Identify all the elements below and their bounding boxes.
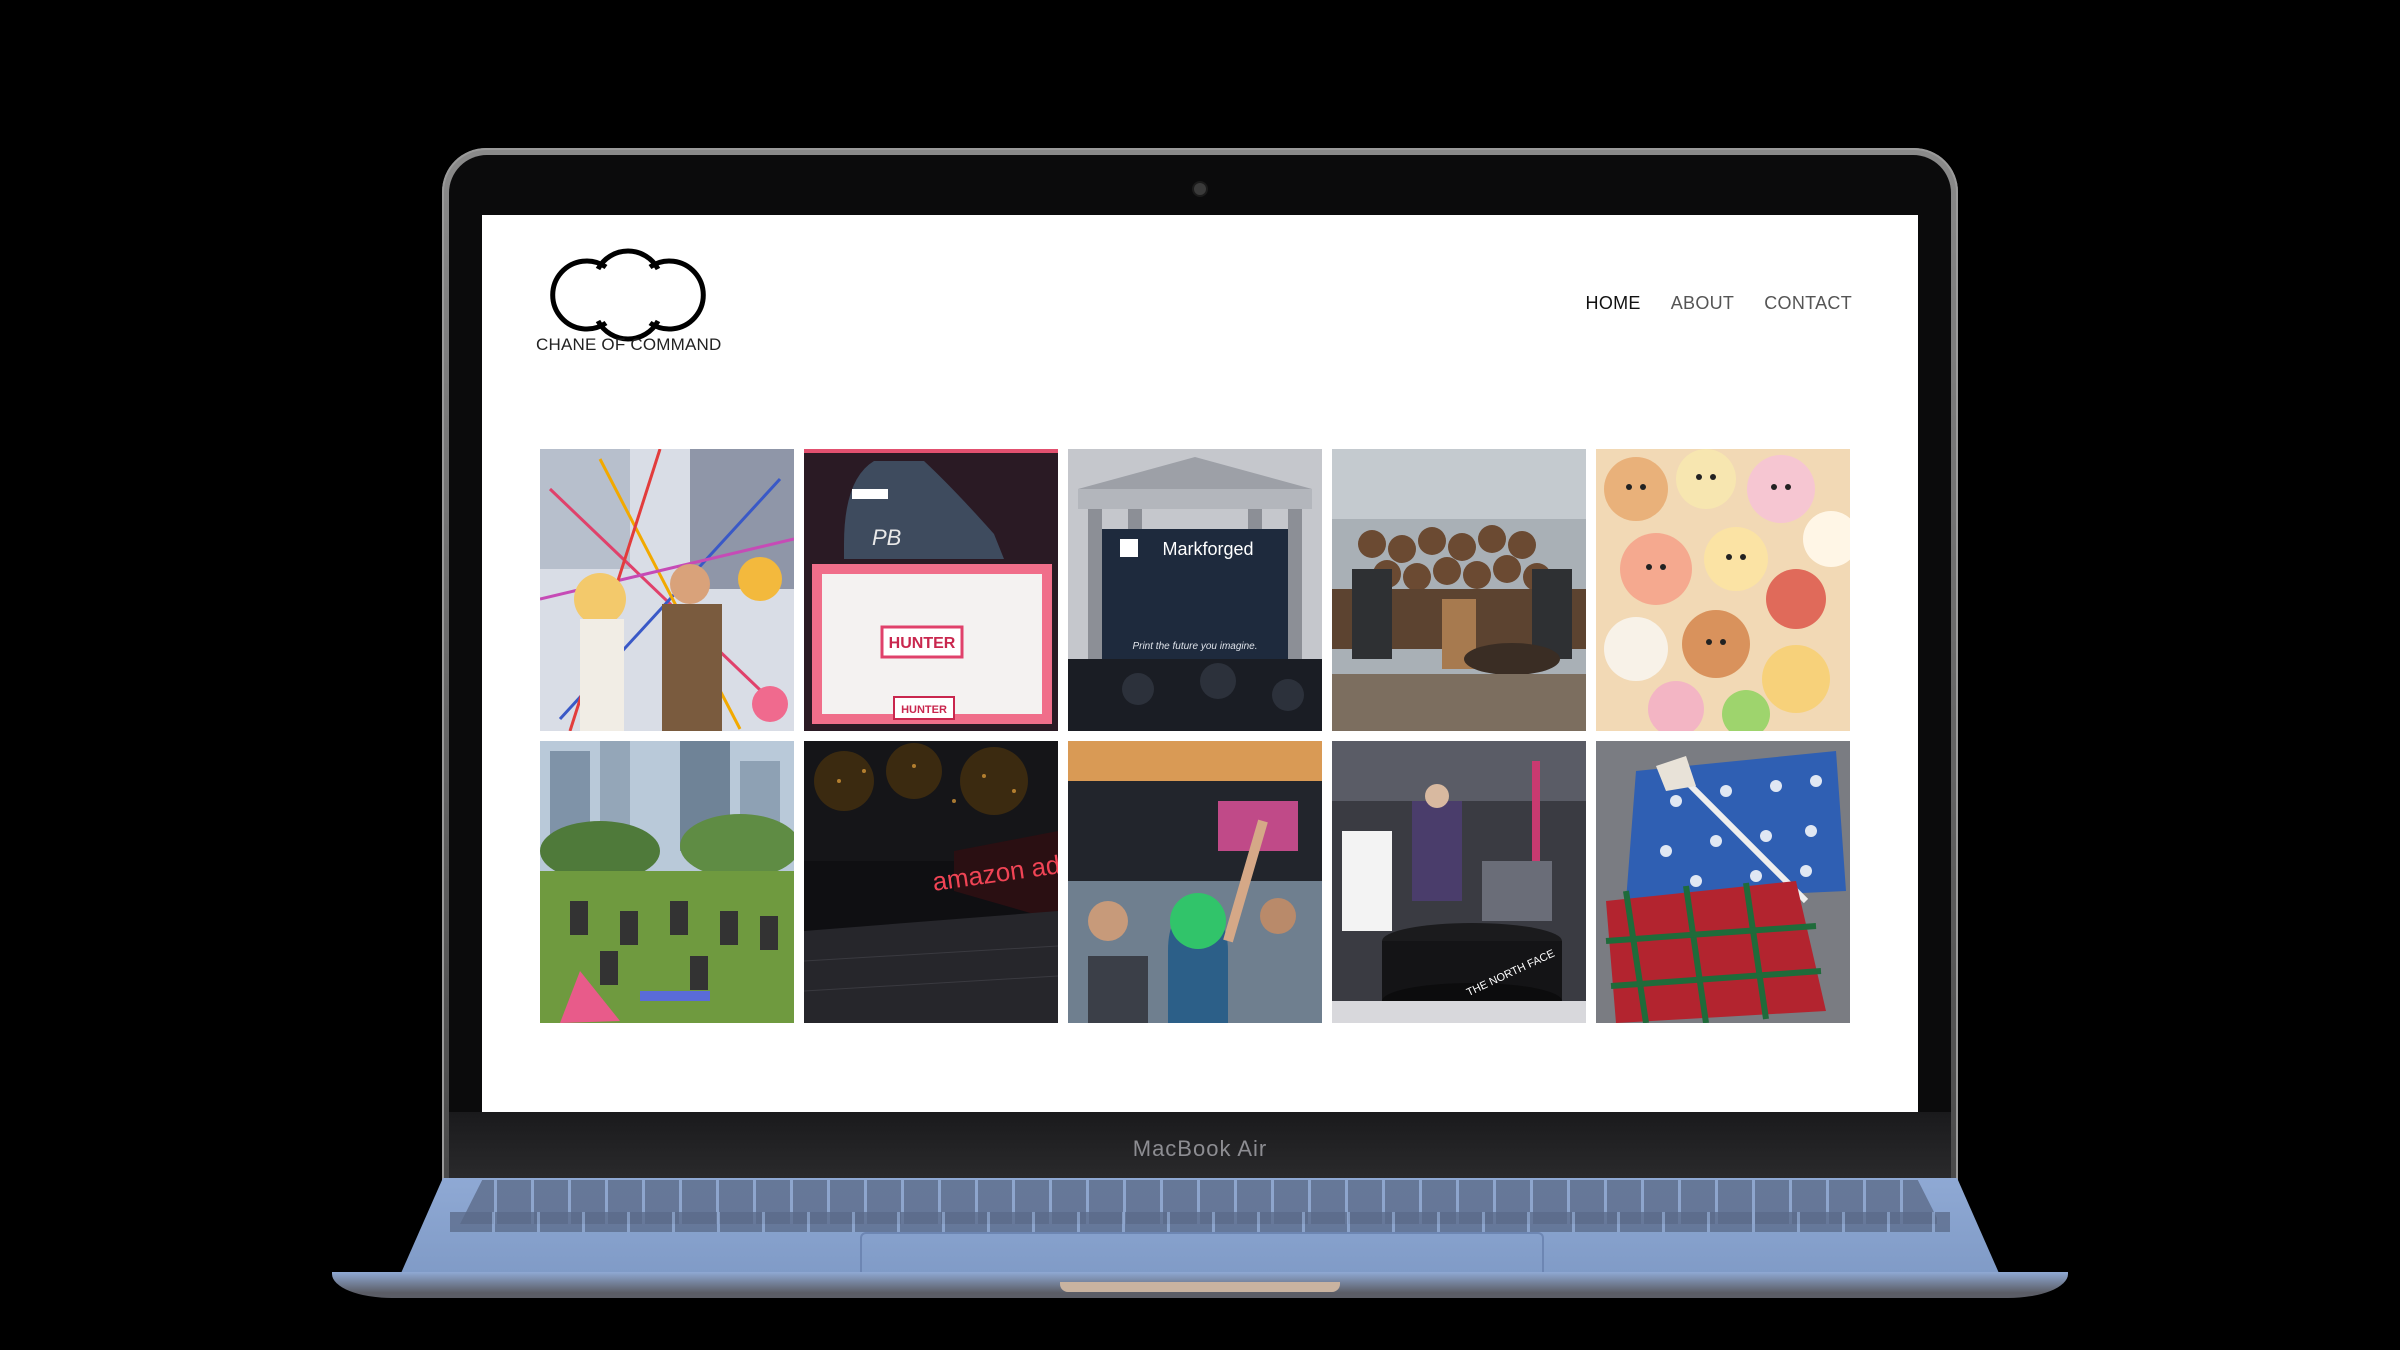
- device-label: MacBook Air: [1132, 1136, 1268, 1161]
- banner-brand: Markforged: [1162, 539, 1253, 559]
- boot-box-photo-icon: PB HUNTER HUNTER: [804, 449, 1058, 731]
- gallery-tile-7[interactable]: amazon ads: [804, 741, 1058, 1023]
- plush-toys-photo-icon: [1596, 449, 1850, 731]
- gallery-tile-2[interactable]: PB HUNTER HUNTER: [804, 449, 1058, 731]
- night-sign-photo-icon: amazon ads: [804, 741, 1058, 1023]
- gallery-tile-3[interactable]: Markforged Print the future you imagine.: [1068, 449, 1322, 731]
- gallery-tile-4[interactable]: [1332, 449, 1586, 731]
- gallery-tile-9[interactable]: THE NORTH FACE: [1332, 741, 1586, 1023]
- gallery-tile-1[interactable]: [540, 449, 794, 731]
- gift-boxes-photo-icon: [1596, 741, 1850, 1023]
- box-brand: HUNTER: [889, 635, 956, 652]
- gallery-tile-6[interactable]: [540, 741, 794, 1023]
- main-nav: HOME ABOUT CONTACT: [1586, 293, 1852, 314]
- gallery-tile-10[interactable]: [1596, 741, 1850, 1023]
- confetti-crowd-photo-icon: [540, 449, 794, 731]
- firewood-patio-photo-icon: [1332, 449, 1586, 731]
- photo-gallery: PB HUNTER HUNTER Markforged Print the fu…: [540, 449, 1850, 1023]
- boot-writing: PB: [872, 525, 901, 550]
- nav-about[interactable]: ABOUT: [1671, 293, 1735, 314]
- concert-crowd-photo-icon: [1068, 741, 1322, 1023]
- nav-contact[interactable]: CONTACT: [1764, 293, 1852, 314]
- stock-exchange-photo-icon: Markforged Print the future you imagine.: [1068, 449, 1322, 731]
- double-c-logo-icon[interactable]: [536, 245, 720, 345]
- lid-notch: [1060, 1282, 1340, 1292]
- website-screen: CHANE OF COMMAND HOME ABOUT CONTACT PB H…: [482, 215, 1918, 1112]
- brand-name: CHANE OF COMMAND: [536, 335, 722, 354]
- banner-slogan: Print the future you imagine.: [1132, 641, 1257, 652]
- park-yoga-photo-icon: [540, 741, 794, 1023]
- box-label: HUNTER: [901, 704, 947, 716]
- gallery-tile-5[interactable]: [1596, 449, 1850, 731]
- retail-display-photo-icon: THE NORTH FACE: [1332, 741, 1586, 1023]
- nav-home[interactable]: HOME: [1586, 293, 1641, 314]
- webcam-icon: [1194, 183, 1206, 195]
- keyboard-row: [450, 1212, 1950, 1232]
- gallery-tile-8[interactable]: [1068, 741, 1322, 1023]
